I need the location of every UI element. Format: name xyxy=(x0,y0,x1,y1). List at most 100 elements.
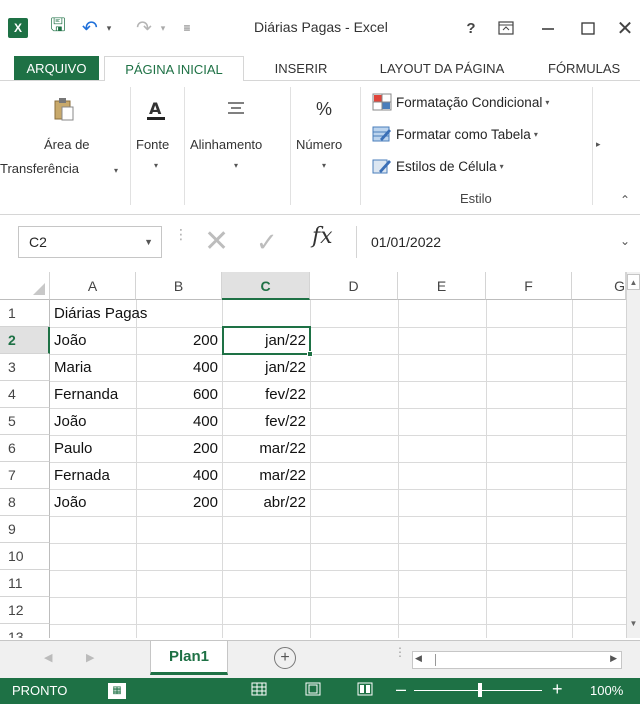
zoom-in-icon[interactable]: + xyxy=(552,679,563,700)
zoom-slider-thumb[interactable] xyxy=(478,683,482,697)
row-header-13[interactable]: 13 xyxy=(0,624,50,638)
ribbon-display-options-icon[interactable] xyxy=(496,18,516,38)
cell-b5[interactable]: 400 xyxy=(136,408,222,435)
ribbon-scroll-right-icon[interactable]: ▸ xyxy=(596,139,601,150)
fill-handle[interactable] xyxy=(307,351,313,357)
row-header-12[interactable]: 12 xyxy=(0,597,50,624)
row-header-5[interactable]: 5 xyxy=(0,408,50,435)
column-header-a[interactable]: A xyxy=(50,272,136,300)
row-header-4[interactable]: 4 xyxy=(0,381,50,408)
cell-c4[interactable]: fev/22 xyxy=(222,381,310,408)
vertical-scrollbar[interactable]: ▲ ▼ xyxy=(626,272,640,638)
tab-pagina-inicial[interactable]: PÁGINA INICIAL xyxy=(104,56,244,81)
cancel-icon[interactable]: ✕ xyxy=(204,226,229,258)
maximize-icon[interactable] xyxy=(578,18,598,38)
scroll-left-icon[interactable]: ◀ xyxy=(415,653,422,664)
page-break-preview-icon[interactable] xyxy=(354,682,376,700)
zoom-out-icon[interactable]: – xyxy=(396,679,406,700)
conditional-formatting-button[interactable]: Formatação Condicional ▾ xyxy=(372,91,549,113)
enter-icon[interactable]: ✓ xyxy=(256,226,278,258)
cell-c5[interactable]: fev/22 xyxy=(222,408,310,435)
insert-function-icon[interactable]: fx xyxy=(312,224,333,249)
tab-arquivo[interactable]: ARQUIVO xyxy=(14,56,99,81)
scroll-thumb[interactable] xyxy=(435,654,535,666)
tab-layout-da-pagina[interactable]: LAYOUT DA PÁGINA xyxy=(362,56,522,81)
cell-b3[interactable]: 400 xyxy=(136,354,222,381)
cell-a2[interactable]: João xyxy=(50,327,136,354)
cell-a5[interactable]: João xyxy=(50,408,136,435)
row-header-8[interactable]: 8 xyxy=(0,489,50,516)
row-header-7[interactable]: 7 xyxy=(0,462,50,489)
add-sheet-icon[interactable]: + xyxy=(274,647,296,669)
cell-c6[interactable]: mar/22 xyxy=(222,435,310,462)
column-header-d[interactable]: D xyxy=(310,272,398,300)
next-sheet-icon[interactable]: ▶ xyxy=(86,651,94,664)
close-icon[interactable]: ✕ xyxy=(614,18,636,40)
column-header-e[interactable]: E xyxy=(398,272,486,300)
chevron-down-icon: ▾ xyxy=(322,161,327,170)
column-header-b[interactable]: B xyxy=(136,272,222,300)
row-header-9[interactable]: 9 xyxy=(0,516,50,543)
column-header-g[interactable]: G xyxy=(572,272,626,300)
cell-c3[interactable]: jan/22 xyxy=(222,354,310,381)
formula-bar-resize-handle[interactable]: ⋮ xyxy=(174,227,188,254)
row-header-6[interactable]: 6 xyxy=(0,435,50,462)
macro-recording-icon[interactable]: ▦ xyxy=(108,683,126,699)
formula-input[interactable]: 01/01/2022 xyxy=(356,226,620,258)
page-layout-view-icon[interactable] xyxy=(302,682,324,700)
normal-view-icon[interactable] xyxy=(248,682,270,700)
cell-a4[interactable]: Fernanda xyxy=(50,381,136,408)
redo-dropdown-icon[interactable]: ▾ xyxy=(158,18,168,38)
excel-logo-icon[interactable]: X xyxy=(8,18,28,38)
chevron-down-icon[interactable]: ▼ xyxy=(144,227,153,257)
customize-qat-icon[interactable]: ≡ xyxy=(180,18,194,38)
row-header-2[interactable]: 2 xyxy=(0,327,50,354)
number-group[interactable]: % Número ▾ xyxy=(292,81,358,211)
row-header-3[interactable]: 3 xyxy=(0,354,50,381)
cell-styles-button[interactable]: Estilos de Célula ▾ xyxy=(372,155,504,177)
select-all-button[interactable] xyxy=(0,272,50,300)
cell-b4[interactable]: 600 xyxy=(136,381,222,408)
sheet-tab-plan1[interactable]: Plan1 xyxy=(150,641,228,675)
zoom-level[interactable]: 100% xyxy=(590,683,623,698)
worksheet-grid[interactable]: A B C D E F G 1 2 3 4 5 6 7 8 9 10 11 12… xyxy=(0,272,640,638)
row-header-11[interactable]: 11 xyxy=(0,570,50,597)
cell-b8[interactable]: 200 xyxy=(136,489,222,516)
undo-dropdown-icon[interactable]: ▾ xyxy=(104,18,114,38)
scroll-right-icon[interactable]: ▶ xyxy=(610,653,617,664)
clipboard-group[interactable]: Área de Transferência ▾ xyxy=(0,81,128,211)
column-header-c[interactable]: C xyxy=(222,272,310,300)
scroll-up-icon[interactable]: ▲ xyxy=(627,274,640,290)
scroll-down-icon[interactable]: ▼ xyxy=(627,616,640,632)
cell-c8[interactable]: abr/22 xyxy=(222,489,310,516)
font-group[interactable]: A Fonte ▾ xyxy=(132,81,182,211)
cell-a3[interactable]: Maria xyxy=(50,354,136,381)
undo-icon[interactable]: ↶ xyxy=(78,18,102,39)
column-header-f[interactable]: F xyxy=(486,272,572,300)
tab-split-handle[interactable]: ⋮ xyxy=(394,646,406,658)
row-header-10[interactable]: 10 xyxy=(0,543,50,570)
expand-formula-bar-icon[interactable]: ⌄ xyxy=(620,234,630,248)
previous-sheet-icon[interactable]: ◀ xyxy=(44,651,52,664)
cell-a7[interactable]: Fernada xyxy=(50,462,136,489)
horizontal-scrollbar[interactable]: ◀ ▶ xyxy=(412,651,622,669)
cell-a8[interactable]: João xyxy=(50,489,136,516)
minimize-icon[interactable] xyxy=(538,18,558,38)
redo-icon[interactable]: ↷ xyxy=(132,18,156,39)
cell-b7[interactable]: 400 xyxy=(136,462,222,489)
collapse-ribbon-icon[interactable]: ⌃ xyxy=(620,193,630,207)
cell-b2[interactable]: 200 xyxy=(136,327,222,354)
tab-inserir[interactable]: INSERIR xyxy=(262,56,340,81)
cell-c7[interactable]: mar/22 xyxy=(222,462,310,489)
format-as-table-button[interactable]: Formatar como Tabela ▾ xyxy=(372,123,538,145)
save-icon[interactable]: 🖫 xyxy=(48,15,68,38)
cell-b6[interactable]: 200 xyxy=(136,435,222,462)
tab-formulas[interactable]: FÓRMULAS xyxy=(548,56,640,81)
ribbon: Área de Transferência ▾ A Fonte ▾ Alinha… xyxy=(0,80,640,215)
cell-a6[interactable]: Paulo xyxy=(50,435,136,462)
alignment-group[interactable]: Alinhamento ▾ xyxy=(186,81,288,211)
help-icon[interactable]: ? xyxy=(462,18,480,38)
name-box[interactable]: C2 ▼ xyxy=(18,226,162,258)
row-header-1[interactable]: 1 xyxy=(0,300,50,327)
cell-a1[interactable]: Diárias Pagas xyxy=(50,300,226,327)
